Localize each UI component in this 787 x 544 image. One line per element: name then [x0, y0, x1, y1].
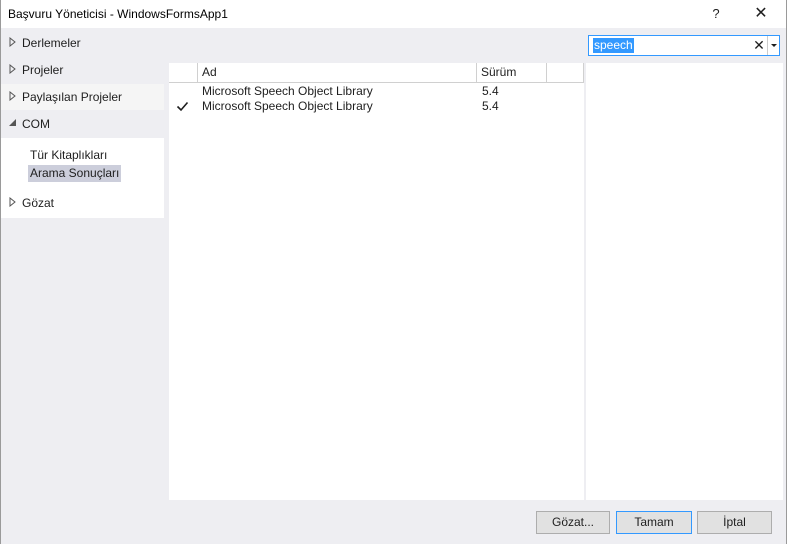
search-dropdown-button[interactable]	[767, 36, 780, 55]
row-name: Microsoft Speech Object Library	[202, 99, 373, 113]
column-header-filler	[547, 63, 584, 83]
sidebar-item-paylasilan-projeler[interactable]: Paylaşılan Projeler	[1, 84, 164, 110]
cancel-button[interactable]: İptal	[697, 511, 772, 534]
column-header-name[interactable]: Ad	[198, 63, 477, 83]
sidebar-item-label: COM	[22, 117, 50, 131]
sidebar-item-label: Derlemeler	[22, 36, 81, 50]
table-row[interactable]: Microsoft Speech Object Library 5.4	[169, 84, 584, 99]
checkbox-checked-icon[interactable]	[176, 100, 189, 113]
reference-manager-dialog: Başvuru Yöneticisi - WindowsFormsApp1 ? …	[0, 0, 787, 544]
table-row[interactable]: Microsoft Speech Object Library 5.4	[169, 99, 584, 114]
close-button[interactable]: ✕	[751, 4, 771, 24]
window-title: Başvuru Yöneticisi - WindowsFormsApp1	[8, 7, 228, 21]
details-pane	[586, 63, 783, 500]
browse-button[interactable]: Gözat...	[536, 511, 610, 534]
sidebar: Derlemeler Projeler Paylaşılan Projeler …	[1, 30, 164, 500]
dialog-footer: Gözat... Tamam İptal	[1, 500, 786, 544]
row-version: 5.4	[482, 99, 499, 113]
column-header-check	[169, 63, 198, 83]
expand-arrow-icon	[9, 197, 16, 207]
collapse-arrow-icon	[9, 119, 16, 126]
chevron-down-icon	[771, 44, 777, 47]
sidebar-item-projeler[interactable]: Projeler	[1, 57, 164, 83]
clear-search-icon[interactable]: ✕	[752, 37, 766, 54]
expand-arrow-icon	[9, 37, 16, 47]
search-input-value[interactable]: speech	[593, 38, 634, 53]
sidebar-subitem-tur-kitapliklari[interactable]: Tür Kitaplıkları	[28, 147, 109, 164]
sidebar-item-label: Paylaşılan Projeler	[22, 90, 123, 104]
row-version: 5.4	[482, 84, 499, 98]
sidebar-item-derlemeler[interactable]: Derlemeler	[1, 30, 164, 56]
title-bar: Başvuru Yöneticisi - WindowsFormsApp1 ? …	[1, 0, 786, 28]
help-button[interactable]: ?	[706, 4, 726, 24]
results-list: Ad Sürüm Microsoft Speech Object Library…	[169, 63, 584, 500]
sidebar-subitem-arama-sonuclari[interactable]: Arama Sonuçları	[28, 165, 122, 182]
expand-arrow-icon	[9, 64, 16, 74]
expand-arrow-icon	[9, 91, 16, 101]
column-header-version[interactable]: Sürüm	[477, 63, 547, 83]
sidebar-item-label: Gözat	[22, 196, 55, 210]
ok-button[interactable]: Tamam	[616, 511, 692, 534]
row-name: Microsoft Speech Object Library	[202, 84, 373, 98]
sidebar-item-gozat[interactable]: Gözat	[1, 190, 164, 216]
sidebar-item-label: Projeler	[22, 63, 64, 77]
search-input[interactable]: speech ✕	[588, 35, 780, 56]
sidebar-item-com[interactable]: COM	[1, 111, 164, 137]
